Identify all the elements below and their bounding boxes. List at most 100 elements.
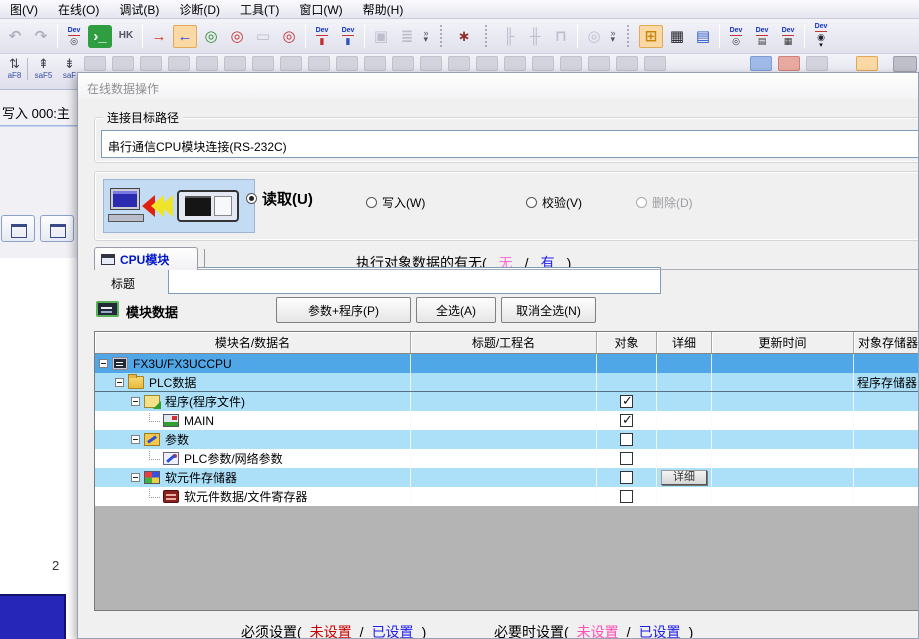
table-row-device-data[interactable]: 软元件数据/文件寄存器	[95, 487, 919, 506]
column-header[interactable]: 详细	[657, 332, 712, 353]
menu-window[interactable]: 窗口(W)	[289, 0, 352, 20]
table-header: 模块名/数据名标题/工程名对象详细更新时间对象存储器	[95, 332, 919, 354]
tree-expander-icon[interactable]	[131, 473, 140, 482]
table-row-device-memory[interactable]: 软元件存储器 详细	[95, 468, 919, 487]
device-monitor-stop-icon[interactable]: Dev▮	[336, 25, 360, 48]
target-checkbox[interactable]	[620, 414, 633, 427]
device-test-icon[interactable]: ›_	[88, 25, 112, 48]
menu-online[interactable]: 在线(O)	[48, 0, 109, 20]
partially-hidden-toolbar-icon	[280, 56, 302, 71]
select-all-button[interactable]: 全选(A)	[416, 297, 496, 323]
menu-debug[interactable]: 调试(B)	[109, 0, 169, 20]
watch-window-icon[interactable]: ▤	[691, 25, 715, 48]
partially-hidden-toolbar-icon	[224, 56, 246, 71]
toolbar-overflow-icon[interactable]: »▾	[420, 30, 432, 42]
target-checkbox[interactable]	[620, 471, 633, 484]
column-header[interactable]: 标题/工程名	[411, 332, 597, 353]
find-ladder-icon: ◎	[582, 25, 606, 48]
diff-read-icon[interactable]: ◎	[225, 25, 249, 48]
toolbar-grip[interactable]	[440, 25, 445, 47]
detail-cell	[657, 373, 712, 391]
ladder-symbol-af8-button[interactable]: ⇅aF8	[2, 56, 27, 87]
storage-cell: 程序存储器	[854, 373, 919, 391]
column-header[interactable]: 模块名/数据名	[95, 332, 411, 353]
ladder-cursor[interactable]	[0, 594, 66, 639]
menu-tools[interactable]: 工具(T)	[230, 0, 289, 20]
row-label: 程序(程序文件)	[165, 393, 245, 410]
device-monitor-start-icon[interactable]: Dev▮	[310, 25, 334, 48]
project-structure-icon[interactable]: ⊞	[639, 25, 663, 48]
key-custom-icon[interactable]: HK	[114, 25, 138, 48]
plc-module-icon	[177, 190, 239, 222]
device-comment-icon[interactable]: Dev◎	[62, 25, 86, 48]
partially-hidden-toolbar-icon	[392, 56, 414, 71]
toolbar-overflow2-icon[interactable]: »▾	[607, 30, 619, 42]
target-checkbox[interactable]	[620, 433, 633, 446]
storage-cell	[854, 392, 919, 411]
column-header[interactable]: 对象存储器	[854, 332, 919, 353]
row-label: 软元件存储器	[165, 469, 237, 486]
column-header[interactable]: 更新时间	[712, 332, 854, 353]
tab-cpu-module[interactable]: CPU模块	[94, 247, 198, 270]
menu-help[interactable]: 帮助(H)	[353, 0, 414, 20]
toolbar-separator	[142, 24, 143, 48]
program-check-icon[interactable]: ∗	[452, 25, 476, 48]
title-input[interactable]	[168, 267, 661, 294]
detail-button[interactable]: 详细	[661, 470, 707, 485]
main-icon	[163, 414, 179, 427]
column-header[interactable]: 对象	[597, 332, 657, 353]
pulse-monitor-icon: ⊓	[549, 25, 573, 48]
partially-hidden-toolbar-icon	[778, 56, 800, 71]
tree-expander-icon[interactable]	[99, 359, 108, 368]
update-time-cell	[712, 392, 854, 411]
device-block-monitor-icon[interactable]: Dev▦	[776, 25, 800, 48]
table-row-fx3u-cpu[interactable]: FX3U/FX3UCCPU	[95, 354, 919, 373]
minimized-window-1-button[interactable]	[1, 215, 35, 242]
partially-hidden-toolbar-icon	[504, 56, 526, 71]
verify-with-plc-icon[interactable]: ◎	[199, 25, 223, 48]
write-radio[interactable]: 写入(W)	[366, 194, 425, 211]
partially-hidden-toolbar-icon	[364, 56, 386, 71]
device-display-format-icon[interactable]: Dev◉▾	[809, 25, 833, 48]
remote-operation-icon: ▭	[251, 25, 275, 48]
tree-expander-icon[interactable]	[131, 435, 140, 444]
tree-expander-icon[interactable]	[131, 397, 140, 406]
module-data-table[interactable]: 模块名/数据名标题/工程名对象详细更新时间对象存储器 FX3U/FX3UCCPU…	[94, 331, 919, 611]
ladder-editor-area[interactable]: 2	[0, 258, 77, 639]
undo-icon: ↶	[3, 25, 27, 48]
menu-bar: 图(V)在线(O)调试(B)诊断(D)工具(T)窗口(W)帮助(H)	[0, 0, 919, 19]
target-checkbox[interactable]	[620, 490, 633, 503]
read-from-plc-icon[interactable]: ←	[173, 25, 197, 48]
table-row-program[interactable]: 程序(程序文件)	[95, 392, 919, 411]
intelligent-module-icon[interactable]: ▦	[665, 25, 689, 48]
connection-path-field[interactable]: 串行通信CPU模块连接(RS-232C)	[101, 130, 919, 158]
table-row-plc-data[interactable]: PLC数据程序存储器	[95, 373, 919, 392]
write-to-plc-icon[interactable]: →	[147, 25, 171, 48]
table-row-plc-param[interactable]: PLC参数/网络参数	[95, 449, 919, 468]
tree-expander-icon[interactable]	[115, 378, 124, 387]
table-row-main[interactable]: MAIN	[95, 411, 919, 430]
connection-path-group: 连接目标路径 串行通信CPU模块连接(RS-232C)	[94, 117, 919, 163]
device-entry-monitor-icon[interactable]: Dev▤	[750, 25, 774, 48]
row-label: 参数	[165, 431, 189, 448]
target-checkbox[interactable]	[620, 452, 633, 465]
target-checkbox[interactable]	[620, 395, 633, 408]
pc-to-plc-transfer-icon	[103, 179, 255, 233]
table-row-param[interactable]: 参数	[95, 430, 919, 449]
detail-cell: 详细	[657, 468, 712, 487]
device-read-icon[interactable]: ◎	[277, 25, 301, 48]
deselect-all-button[interactable]: 取消全选(N)	[501, 297, 596, 323]
toolbar-grip[interactable]	[627, 25, 632, 47]
target-cell	[597, 392, 657, 411]
minimized-window-2-button[interactable]	[40, 215, 74, 242]
device-batch-monitor-icon[interactable]: Dev◎	[724, 25, 748, 48]
title-project-cell	[411, 430, 597, 449]
param-program-button[interactable]: 参数+程序(P)	[276, 297, 411, 323]
menu-diagnostics[interactable]: 诊断(D)	[169, 0, 230, 20]
menu-view[interactable]: 图(V)	[0, 0, 48, 20]
optional-setting-note: 必要时设置(未设置/已设置)	[494, 622, 693, 639]
read-radio[interactable]: 读取(U)	[246, 188, 313, 209]
toolbar-grip[interactable]	[485, 25, 490, 47]
ladder-symbol-saf5-button[interactable]: ⇞saF5	[31, 56, 56, 87]
verify-radio[interactable]: 校验(V)	[526, 194, 582, 211]
